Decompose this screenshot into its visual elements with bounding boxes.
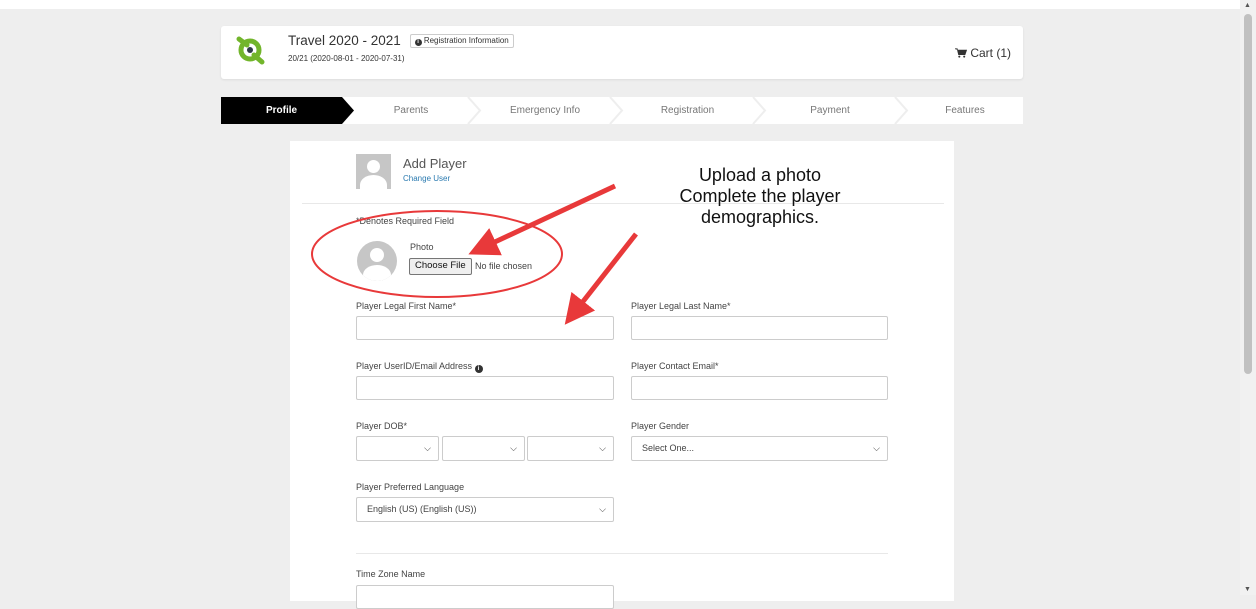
scroll-down-icon[interactable]: ▼ xyxy=(1244,586,1251,593)
annotation-text: Upload a photo Complete the player demog… xyxy=(650,165,870,228)
registration-info-label: Registration Information xyxy=(423,36,509,45)
choose-file-button[interactable]: Choose File xyxy=(409,258,472,275)
contact-email-input[interactable] xyxy=(631,376,888,400)
dob-label: Player DOB* xyxy=(356,421,408,431)
user-avatar xyxy=(356,154,391,189)
divider xyxy=(356,553,888,554)
dob-day-select[interactable]: ⌵ xyxy=(442,436,525,461)
annotation-line-2: Complete the player xyxy=(679,186,841,206)
language-label: Player Preferred Language xyxy=(356,482,465,492)
chevron-down-icon: ⌵ xyxy=(599,443,606,453)
cart-icon xyxy=(954,48,968,58)
step-payment[interactable]: Payment xyxy=(765,97,895,124)
info-icon[interactable]: i xyxy=(474,365,483,373)
chevron-down-icon: ⌵ xyxy=(873,443,880,453)
dob-year-select[interactable]: ⌵ xyxy=(527,436,614,461)
userid-input[interactable] xyxy=(356,376,614,400)
cart-label: Cart (1) xyxy=(970,46,1011,60)
chevron-down-icon: ⌵ xyxy=(599,504,606,514)
userid-label: Player UserID/Email Address i xyxy=(356,361,483,373)
logo-icon xyxy=(236,36,265,65)
language-value: English (US) (English (US)) xyxy=(367,504,477,514)
gender-select[interactable]: Select One... ⌵ xyxy=(631,436,888,461)
info-icon: i xyxy=(414,39,422,46)
annotation-line-1: Upload a photo xyxy=(698,165,822,185)
page-scrollbar[interactable]: ▲ ▼ xyxy=(1240,0,1256,595)
add-player-title: Add Player xyxy=(403,156,467,171)
timezone-label: Time Zone Name xyxy=(356,569,426,579)
step-registration[interactable]: Registration xyxy=(622,97,753,124)
required-note: *Denotes Required Field xyxy=(356,216,455,226)
userid-label-text: Player UserID/Email Address xyxy=(356,361,473,371)
step-emergency-info[interactable]: Emergency Info xyxy=(480,97,610,124)
no-file-text: No file chosen xyxy=(475,261,533,271)
step-features[interactable]: Features xyxy=(907,97,1023,124)
event-header: Travel 2020 - 2021 i Registration Inform… xyxy=(221,26,1023,79)
registration-steps: Profile Parents Emergency Info Registrat… xyxy=(221,97,1023,124)
timezone-input[interactable] xyxy=(356,585,614,609)
annotation-line-3: demographics. xyxy=(700,207,820,227)
last-name-label: Player Legal Last Name* xyxy=(631,301,731,311)
cart-button[interactable]: Cart (1) xyxy=(954,46,1011,60)
change-user-link[interactable]: Change User xyxy=(403,174,450,183)
player-photo-avatar xyxy=(357,241,397,281)
first-name-input[interactable] xyxy=(356,316,614,340)
first-name-label: Player Legal First Name* xyxy=(356,301,457,311)
photo-label: Photo xyxy=(410,242,434,252)
chevron-down-icon: ⌵ xyxy=(424,443,431,453)
registration-info-button[interactable]: i Registration Information xyxy=(409,34,514,48)
page-title: Travel 2020 - 2021 i Registration Inform… xyxy=(288,33,514,48)
scrollbar-thumb[interactable] xyxy=(1244,14,1252,374)
browser-top-strip xyxy=(0,0,1240,9)
dob-month-select[interactable]: ⌵ xyxy=(356,436,439,461)
contact-email-label: Player Contact Email* xyxy=(631,361,719,371)
step-profile[interactable]: Profile xyxy=(221,97,342,124)
chevron-down-icon: ⌵ xyxy=(510,443,517,453)
last-name-input[interactable] xyxy=(631,316,888,340)
step-parents[interactable]: Parents xyxy=(354,97,468,124)
gender-label: Player Gender xyxy=(631,421,690,431)
season-dates: 20/21 (2020-08-01 - 2020-07-31) xyxy=(288,54,405,63)
scroll-up-icon[interactable]: ▲ xyxy=(1244,2,1251,9)
event-title: Travel 2020 - 2021 xyxy=(288,33,401,48)
language-select[interactable]: English (US) (English (US)) ⌵ xyxy=(356,497,614,522)
gender-value: Select One... xyxy=(642,443,695,453)
